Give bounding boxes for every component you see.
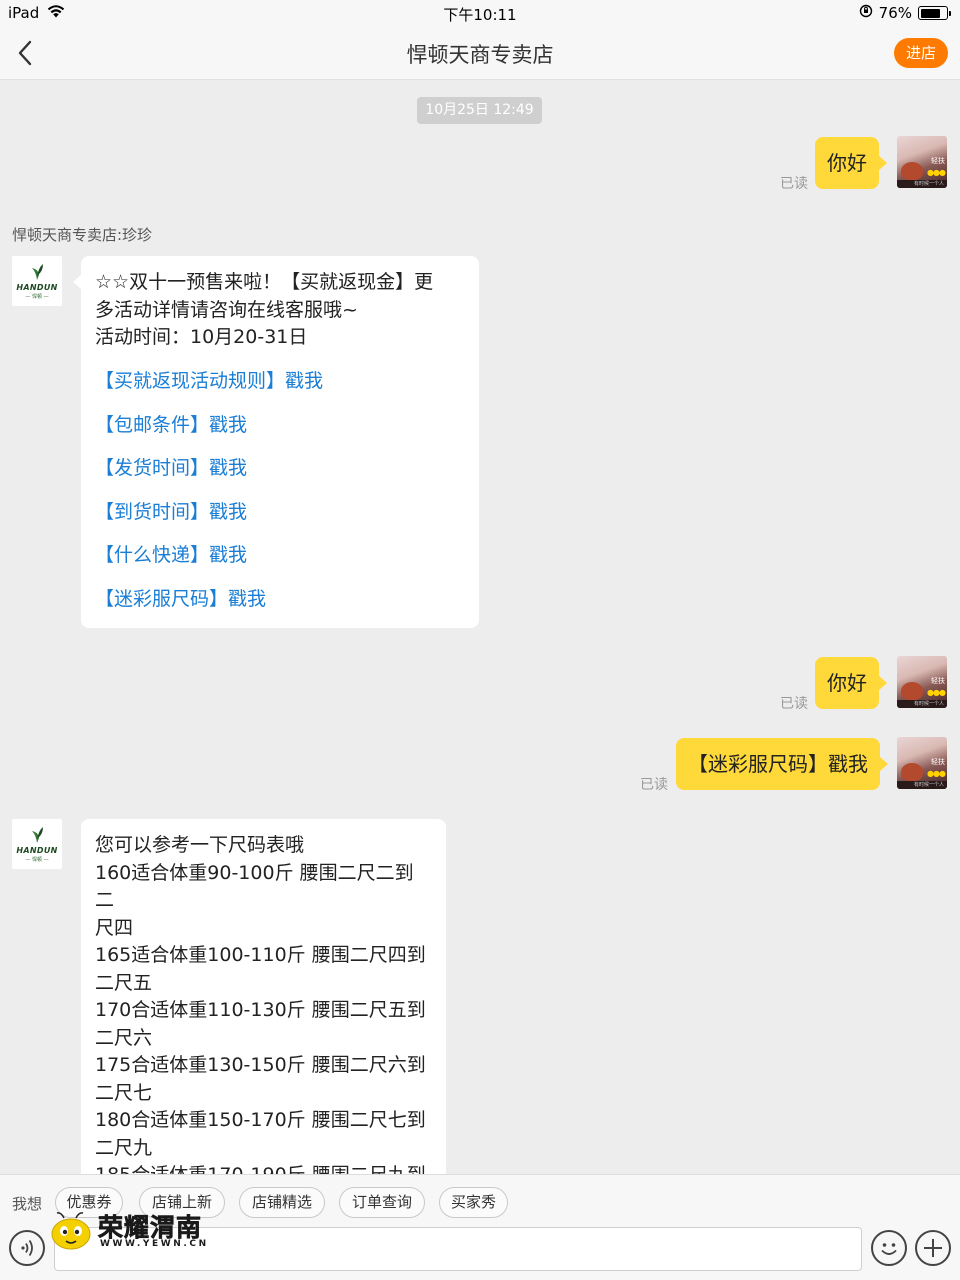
- read-receipt: 已读: [640, 777, 668, 793]
- shop-avatar[interactable]: HANDUN — 悍顿 —: [12, 256, 62, 306]
- message-line: 165适合体重100-110斤 腰围二尺四到: [95, 944, 426, 966]
- chip-order-query[interactable]: 订单查询: [339, 1187, 425, 1218]
- bee-mascot-icon: [51, 1212, 91, 1250]
- message-line: 二尺九: [95, 1136, 153, 1159]
- quick-label: 我想: [12, 1195, 43, 1213]
- shop-message-bubble: 您可以参考一下尺码表哦 160适合体重90-100斤 腰围二尺二到二 尺四 16…: [81, 819, 446, 1219]
- sender-name: 悍顿天商专卖店:珍珍: [12, 226, 153, 244]
- link-free-shipping[interactable]: 【包邮条件】戳我: [95, 412, 465, 439]
- link-cashback-rules[interactable]: 【买就返现活动规则】戳我: [95, 368, 465, 395]
- message-line: 175合适体重130-150斤 腰围二尺六到: [95, 1054, 426, 1076]
- message-line: 180合适体重150-170斤 腰围二尺七到: [95, 1109, 426, 1131]
- link-ship-time[interactable]: 【发货时间】戳我: [95, 455, 465, 482]
- read-receipt: 已读: [780, 696, 808, 712]
- message-line: 尺四: [95, 916, 134, 939]
- read-receipt: 已读: [780, 176, 808, 192]
- message-line: 170合适体重110-130斤 腰围二尺五到: [95, 999, 426, 1021]
- battery-icon: [918, 6, 951, 20]
- message-line: 二尺五: [95, 971, 153, 994]
- chip-featured[interactable]: 店铺精选: [239, 1187, 325, 1218]
- rotation-lock-icon: [859, 4, 873, 22]
- clock: 下午10:11: [443, 6, 517, 24]
- my-avatar[interactable]: 轻扶 ●●● 有时候一个人: [897, 656, 947, 708]
- emoji-icon[interactable]: [871, 1230, 907, 1266]
- message-line: 二尺七: [95, 1081, 153, 1104]
- chat-timestamp: 10月25日 12:49: [417, 97, 542, 124]
- voice-icon[interactable]: [9, 1230, 45, 1266]
- my-message-bubble[interactable]: 【迷彩服尺码】戳我: [676, 738, 888, 790]
- message-line: 多活动详情请咨询在线客服哦~: [95, 298, 358, 321]
- link-arrival-time[interactable]: 【到货时间】戳我: [95, 499, 465, 526]
- battery-percent: 76%: [878, 4, 912, 22]
- my-avatar[interactable]: 轻扶 ●●● 有时候一个人: [897, 136, 947, 188]
- my-message-bubble[interactable]: 你好: [815, 137, 887, 189]
- nav-bar: 悍顿天商专卖店 进店: [0, 26, 960, 80]
- message-line: 二尺六: [95, 1026, 153, 1049]
- message-line: 160适合体重90-100斤 腰围二尺二到二: [95, 861, 414, 912]
- my-avatar[interactable]: 轻扶 ●●● 有时候一个人: [897, 737, 947, 789]
- message-line: ☆☆双十一预售来啦！【买就返现金】更: [95, 271, 434, 293]
- enter-store-button[interactable]: 进店: [894, 38, 948, 68]
- my-message-bubble[interactable]: 你好: [815, 657, 887, 709]
- page-title: 悍顿天商专卖店: [406, 43, 554, 67]
- plus-icon[interactable]: [915, 1230, 951, 1266]
- watermark: 荣耀渭南 WWW.YEWN.CN: [50, 1206, 220, 1256]
- shop-avatar[interactable]: HANDUN — 悍顿 —: [12, 819, 62, 869]
- chip-buyer-show[interactable]: 买家秀: [439, 1187, 508, 1218]
- link-camo-sizes[interactable]: 【迷彩服尺码】戳我: [95, 586, 465, 613]
- link-courier[interactable]: 【什么快递】戳我: [95, 542, 465, 569]
- message-line: 活动时间：10月20-31日: [95, 326, 308, 348]
- status-bar: iPad 下午10:11 76%: [0, 0, 960, 26]
- message-line: 您可以参考一下尺码表哦: [95, 834, 305, 856]
- shop-message-bubble: ☆☆双十一预售来啦！【买就返现金】更 多活动详情请咨询在线客服哦~ 活动时间：1…: [73, 256, 479, 628]
